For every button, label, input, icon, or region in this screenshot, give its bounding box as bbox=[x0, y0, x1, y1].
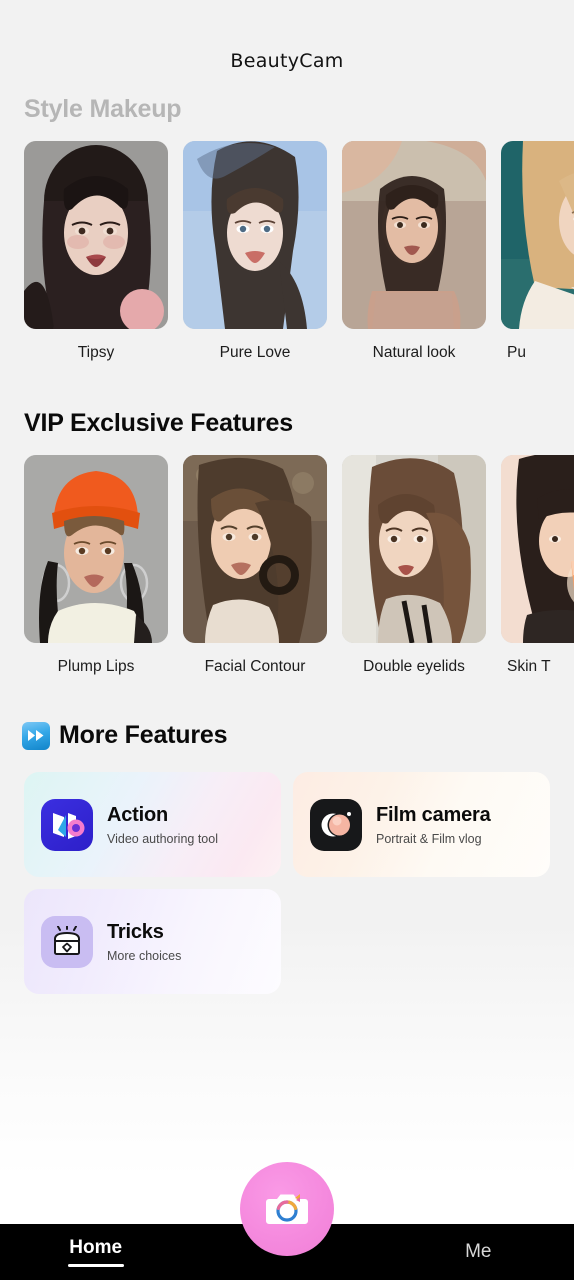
section-heading-more-features: More Features bbox=[0, 721, 574, 750]
nav-tab-me-label: Me bbox=[465, 1241, 492, 1262]
feature-subtitle: Portrait & Film vlog bbox=[376, 831, 482, 846]
camera-capture-button[interactable] bbox=[240, 1162, 334, 1256]
portrait-image-pure bbox=[501, 141, 574, 329]
nav-tab-home[interactable]: Home bbox=[0, 1237, 191, 1267]
style-makeup-item-tipsy[interactable]: Tipsy bbox=[24, 141, 168, 362]
thumbnail[interactable] bbox=[342, 455, 486, 643]
vip-item-facial-contour[interactable]: Facial Contour bbox=[183, 455, 327, 676]
style-makeup-label: Pu bbox=[507, 344, 526, 361]
style-makeup-item-pure-love[interactable]: Pure Love bbox=[183, 141, 327, 362]
feature-title: Action bbox=[107, 803, 169, 826]
action-app-icon bbox=[41, 798, 93, 851]
nav-tab-me[interactable]: Me bbox=[383, 1241, 574, 1263]
fast-forward-icon bbox=[22, 721, 50, 750]
feature-card-action[interactable]: Action Video authoring tool bbox=[24, 772, 281, 877]
portrait-image-natural-look bbox=[342, 141, 486, 329]
portrait-image-tipsy bbox=[24, 141, 168, 329]
nav-tab-home-label: Home bbox=[69, 1237, 123, 1258]
feature-card-text: Film camera Portrait & Film vlog bbox=[376, 804, 491, 846]
film-camera-icon bbox=[310, 798, 362, 851]
vip-label: Double eyelids bbox=[363, 658, 465, 675]
thumbnail[interactable] bbox=[24, 141, 168, 329]
nav-active-indicator bbox=[67, 1264, 124, 1267]
style-makeup-item-pure[interactable]: Pu bbox=[501, 141, 574, 362]
portrait-image-skin-tone bbox=[501, 455, 574, 643]
vip-features-rail[interactable]: Plump Lips Facial Contour Double eyelids… bbox=[0, 455, 574, 676]
thumbnail[interactable] bbox=[24, 455, 168, 643]
feature-title: Film camera bbox=[376, 803, 491, 826]
vip-item-skin-tone[interactable]: Skin T bbox=[501, 455, 574, 676]
feature-card-text: Tricks More choices bbox=[107, 921, 181, 963]
style-makeup-item-natural-look[interactable]: Natural look bbox=[342, 141, 486, 362]
portrait-image-pure-love bbox=[183, 141, 327, 329]
section-heading-style-makeup: Style Makeup bbox=[24, 95, 182, 123]
portrait-image-facial-contour bbox=[183, 455, 327, 643]
feature-title: Tricks bbox=[107, 920, 164, 943]
thumbnail[interactable] bbox=[183, 455, 327, 643]
thumbnail[interactable] bbox=[342, 141, 486, 329]
style-makeup-rail[interactable]: Tipsy Pure Love Natural look Pu bbox=[0, 141, 574, 362]
style-makeup-label: Natural look bbox=[372, 344, 456, 361]
style-makeup-label: Tipsy bbox=[77, 344, 115, 361]
portrait-image-plump-lips bbox=[24, 455, 168, 643]
portrait-image-double-eyelids bbox=[342, 455, 486, 643]
vip-label: Skin T bbox=[507, 658, 551, 675]
camera-icon bbox=[266, 1194, 308, 1224]
feature-subtitle: More choices bbox=[107, 948, 182, 963]
vip-item-plump-lips[interactable]: Plump Lips bbox=[24, 455, 168, 676]
thumbnail[interactable] bbox=[501, 455, 574, 643]
style-makeup-label: Pure Love bbox=[219, 344, 291, 361]
vip-label: Facial Contour bbox=[204, 658, 306, 675]
thumbnail[interactable] bbox=[501, 141, 574, 329]
feature-card-tricks[interactable]: Tricks More choices bbox=[24, 889, 281, 994]
feature-subtitle: Video authoring tool bbox=[107, 831, 218, 846]
thumbnail[interactable] bbox=[183, 141, 327, 329]
treasure-box-icon bbox=[41, 915, 93, 968]
more-features-heading-label: More Features bbox=[59, 721, 228, 749]
vip-item-double-eyelids[interactable]: Double eyelids bbox=[342, 455, 486, 676]
section-heading-vip-exclusive: VIP Exclusive Features bbox=[24, 409, 293, 437]
app-screen: BeautyCam Style Makeup Tipsy Pure Love N… bbox=[0, 0, 574, 1280]
more-features-grid: Action Video authoring tool Film camera … bbox=[0, 772, 574, 994]
vip-label: Plump Lips bbox=[57, 658, 135, 675]
feature-card-text: Action Video authoring tool bbox=[107, 804, 218, 846]
app-title: BeautyCam bbox=[230, 50, 344, 72]
feature-card-film-camera[interactable]: Film camera Portrait & Film vlog bbox=[293, 772, 550, 877]
